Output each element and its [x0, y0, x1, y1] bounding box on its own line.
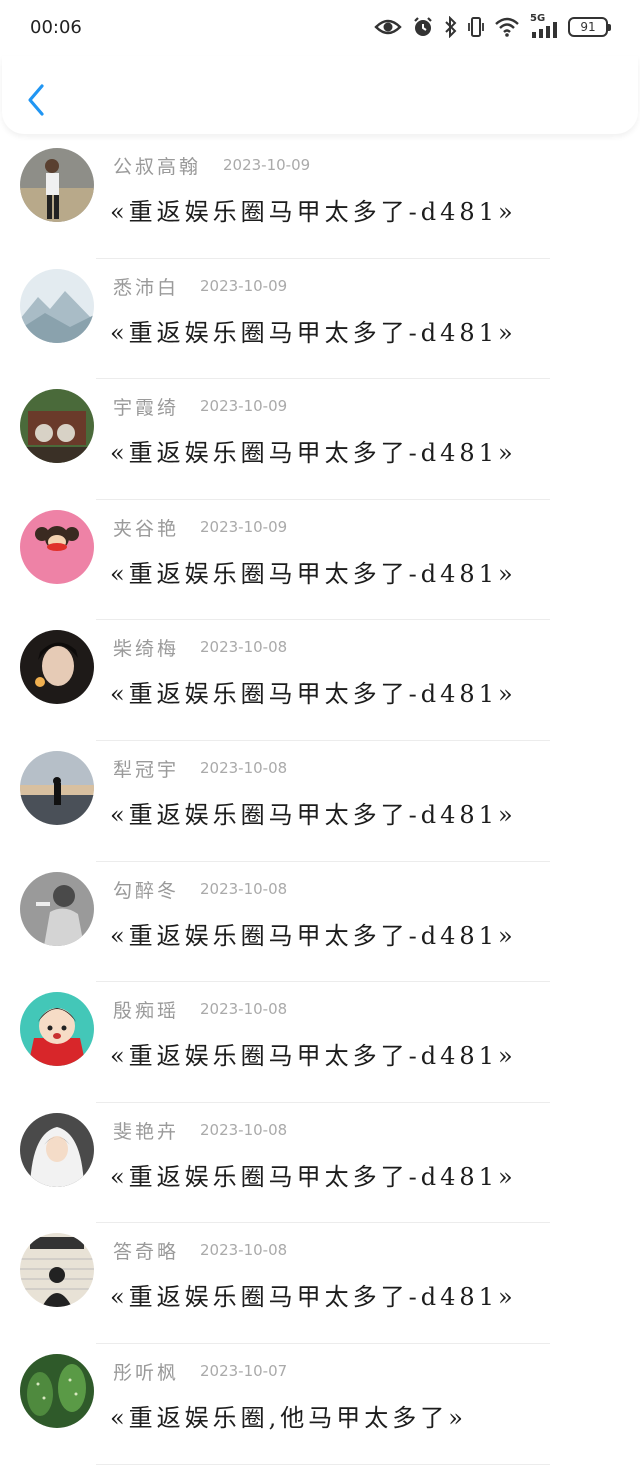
avatar[interactable]	[20, 630, 94, 705]
comment-date: 2023-10-09	[200, 276, 288, 295]
comment-title[interactable]: «重返娱乐圈马甲太多了-d481»	[110, 433, 517, 468]
avatar[interactable]	[20, 992, 94, 1067]
list-item[interactable]: 犁冠宇 2023-10-08 «重返娱乐圈马甲太多了-d481»	[0, 741, 640, 862]
comment-date: 2023-10-09	[200, 517, 288, 536]
comment-date: 2023-10-09	[223, 156, 311, 174]
divider	[96, 1463, 550, 1465]
vibrate-icon	[468, 17, 484, 37]
comment-date: 2023-10-07	[200, 1361, 288, 1380]
bluetooth-icon	[445, 16, 457, 38]
user-name: 勾醉冬	[113, 879, 180, 902]
list-item[interactable]: 斐艳卉 2023-10-08 «重返娱乐圈马甲太多了-d481»	[0, 1103, 640, 1224]
comment-title[interactable]: «重返娱乐圈马甲太多了-d481»	[110, 916, 517, 951]
avatar[interactable]	[20, 871, 94, 946]
user-name: 彤听枫	[113, 1361, 180, 1384]
user-name: 悉沛白	[113, 276, 180, 299]
battery-indicator: 91	[568, 17, 611, 37]
wifi-icon	[495, 17, 519, 37]
user-name: 殷痴瑶	[113, 1000, 180, 1023]
avatar[interactable]	[20, 509, 94, 584]
avatar[interactable]	[20, 1233, 94, 1308]
comment-date: 2023-10-08	[200, 879, 288, 898]
user-name: 公叔高翰	[113, 156, 202, 178]
list-item[interactable]: 宇霞绮 2023-10-09 «重返娱乐圈马甲太多了-d481»	[0, 379, 640, 500]
comment-date: 2023-10-09	[200, 397, 288, 416]
alarm-icon	[414, 17, 432, 36]
comment-date: 2023-10-08	[200, 1120, 288, 1139]
comment-title[interactable]: «重返娱乐圈马甲太多了-d481»	[110, 1036, 517, 1071]
comment-title[interactable]: «重返娱乐圈马甲太多了-d481»	[110, 1157, 517, 1192]
list-item[interactable]: 悉沛白 2023-10-09 «重返娱乐圈马甲太多了-d481»	[0, 259, 640, 380]
status-icons: 5G 91	[374, 13, 611, 40]
comment-title[interactable]: «重返娱乐圈,他马甲太多了»	[110, 1398, 467, 1433]
comment-list: 公叔高翰 2023-10-09 «重返娱乐圈马甲太多了-d481» 悉沛白 20…	[0, 138, 640, 1465]
comment-date: 2023-10-08	[200, 638, 288, 657]
chevron-left-icon[interactable]	[20, 80, 52, 120]
list-item[interactable]: 柴绮梅 2023-10-08 «重返娱乐圈马甲太多了-d481»	[0, 620, 640, 741]
comment-date: 2023-10-08	[200, 1241, 288, 1260]
user-name: 夹谷艳	[113, 517, 180, 540]
comment-date: 2023-10-08	[200, 1000, 288, 1019]
comment-title[interactable]: «重返娱乐圈马甲太多了-d481»	[110, 554, 517, 589]
comment-title[interactable]: «重返娱乐圈马甲太多了-d481»	[110, 1277, 517, 1312]
eye-icon	[374, 19, 402, 35]
nav-header	[2, 56, 638, 134]
list-item[interactable]: 答奇略 2023-10-08 «重返娱乐圈马甲太多了-d481»	[0, 1223, 640, 1344]
avatar[interactable]	[20, 750, 94, 825]
battery-level: 91	[580, 20, 596, 34]
comment-title[interactable]: «重返娱乐圈马甲太多了-d481»	[110, 313, 517, 348]
user-name: 斐艳卉	[113, 1120, 180, 1143]
user-name: 犁冠宇	[113, 758, 180, 781]
avatar[interactable]	[20, 148, 94, 222]
signal-icon: 5G	[530, 13, 558, 38]
comment-title[interactable]: «重返娱乐圈马甲太多了-d481»	[110, 674, 517, 709]
comment-date: 2023-10-08	[200, 758, 288, 777]
status-bar: 00:06 5G 91	[0, 0, 640, 56]
list-item[interactable]: 彤听枫 2023-10-07 «重返娱乐圈,他马甲太多了»	[0, 1344, 640, 1465]
status-time: 00:06	[30, 17, 82, 38]
avatar[interactable]	[20, 1353, 94, 1428]
comment-title[interactable]: «重返娱乐圈马甲太多了-d481»	[110, 795, 517, 830]
user-name: 答奇略	[113, 1241, 180, 1264]
avatar[interactable]	[20, 268, 94, 343]
list-item[interactable]: 殷痴瑶 2023-10-08 «重返娱乐圈马甲太多了-d481»	[0, 982, 640, 1103]
list-item[interactable]: 勾醉冬 2023-10-08 «重返娱乐圈马甲太多了-d481»	[0, 862, 640, 983]
list-item[interactable]: 公叔高翰 2023-10-09 «重返娱乐圈马甲太多了-d481»	[0, 138, 640, 259]
comment-title[interactable]: «重返娱乐圈马甲太多了-d481»	[110, 192, 517, 227]
avatar[interactable]	[20, 1112, 94, 1187]
list-item[interactable]: 夹谷艳 2023-10-09 «重返娱乐圈马甲太多了-d481»	[0, 500, 640, 621]
avatar[interactable]	[20, 389, 94, 464]
user-name: 宇霞绮	[113, 397, 180, 420]
user-name: 柴绮梅	[113, 638, 180, 661]
